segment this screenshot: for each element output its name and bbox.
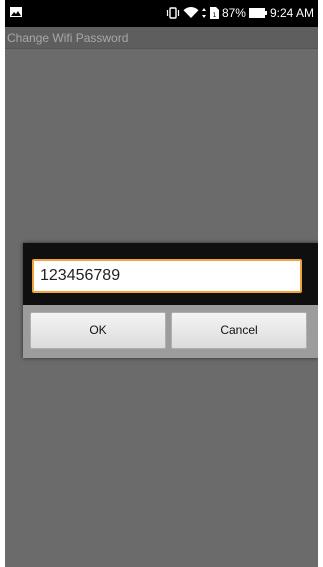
data-transfer-icon	[201, 8, 206, 18]
dialog-button-bar: OK Cancel	[23, 305, 318, 358]
ok-button[interactable]: OK	[30, 312, 166, 349]
status-icons: 1 87% 9:24 AM	[166, 6, 314, 20]
clock: 9:24 AM	[269, 6, 314, 20]
image-icon	[10, 7, 22, 17]
wifi-icon	[183, 7, 199, 18]
password-dialog: OK Cancel	[23, 243, 318, 358]
battery-icon	[248, 8, 267, 18]
password-input[interactable]	[32, 259, 302, 293]
app-bar-divider	[5, 48, 318, 49]
page-title: Change Wifi Password	[7, 31, 129, 45]
screen: 1 87% 9:24 AM Change Wifi Password OK Ca…	[5, 0, 318, 567]
dialog-content	[23, 243, 318, 305]
battery-percent: 87%	[221, 6, 246, 20]
app-bar: Change Wifi Password	[5, 27, 318, 49]
vibrate-icon	[166, 7, 180, 19]
cancel-button[interactable]: Cancel	[171, 312, 307, 349]
svg-text:1: 1	[213, 12, 217, 19]
sim-icon: 1	[209, 7, 219, 19]
status-bar: 1 87% 9:24 AM	[5, 0, 318, 27]
